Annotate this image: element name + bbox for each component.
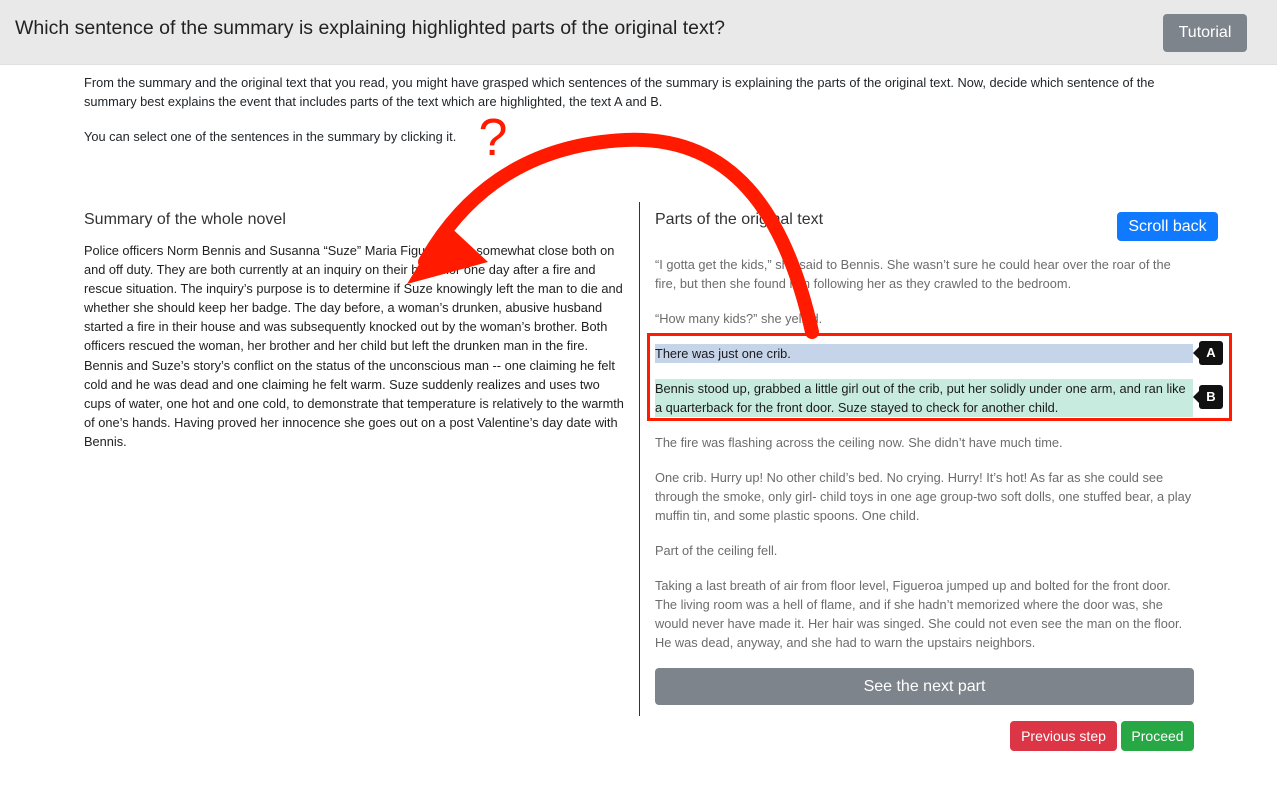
instruction-hint: You can select one of the sentences in t… (84, 129, 457, 144)
scroll-back-button[interactable]: Scroll back (1117, 212, 1218, 241)
column-divider (639, 202, 640, 716)
summary-text[interactable]: Police officers Norm Bennis and Susanna … (84, 241, 629, 451)
original-text-title: Parts of the original text (655, 211, 824, 228)
original-paragraph: “How many kids?” she yelled. (655, 311, 823, 326)
previous-step-button[interactable]: Previous step (1010, 721, 1117, 751)
tutorial-button[interactable]: Tutorial (1163, 14, 1247, 52)
highlight-annotation-box (647, 333, 1232, 421)
original-paragraph: The fire was flashing across the ceiling… (655, 435, 1063, 450)
see-next-part-button[interactable]: See the next part (655, 668, 1194, 705)
original-paragraph: Taking a last breath of air from floor l… (655, 578, 1183, 651)
header-bar: Which sentence of the summary is explain… (0, 0, 1277, 65)
proceed-button[interactable]: Proceed (1121, 721, 1194, 751)
original-paragraph: “I gotta get the kids,” she said to Benn… (655, 257, 1171, 292)
original-paragraph: Part of the ceiling fell. (655, 543, 778, 558)
summary-title: Summary of the whole novel (84, 211, 286, 228)
instruction-text: From the summary and the original text t… (84, 75, 1155, 109)
original-paragraph: One crib. Hurry up! No other child’s bed… (655, 470, 1192, 524)
page-title: Which sentence of the summary is explain… (15, 17, 725, 39)
